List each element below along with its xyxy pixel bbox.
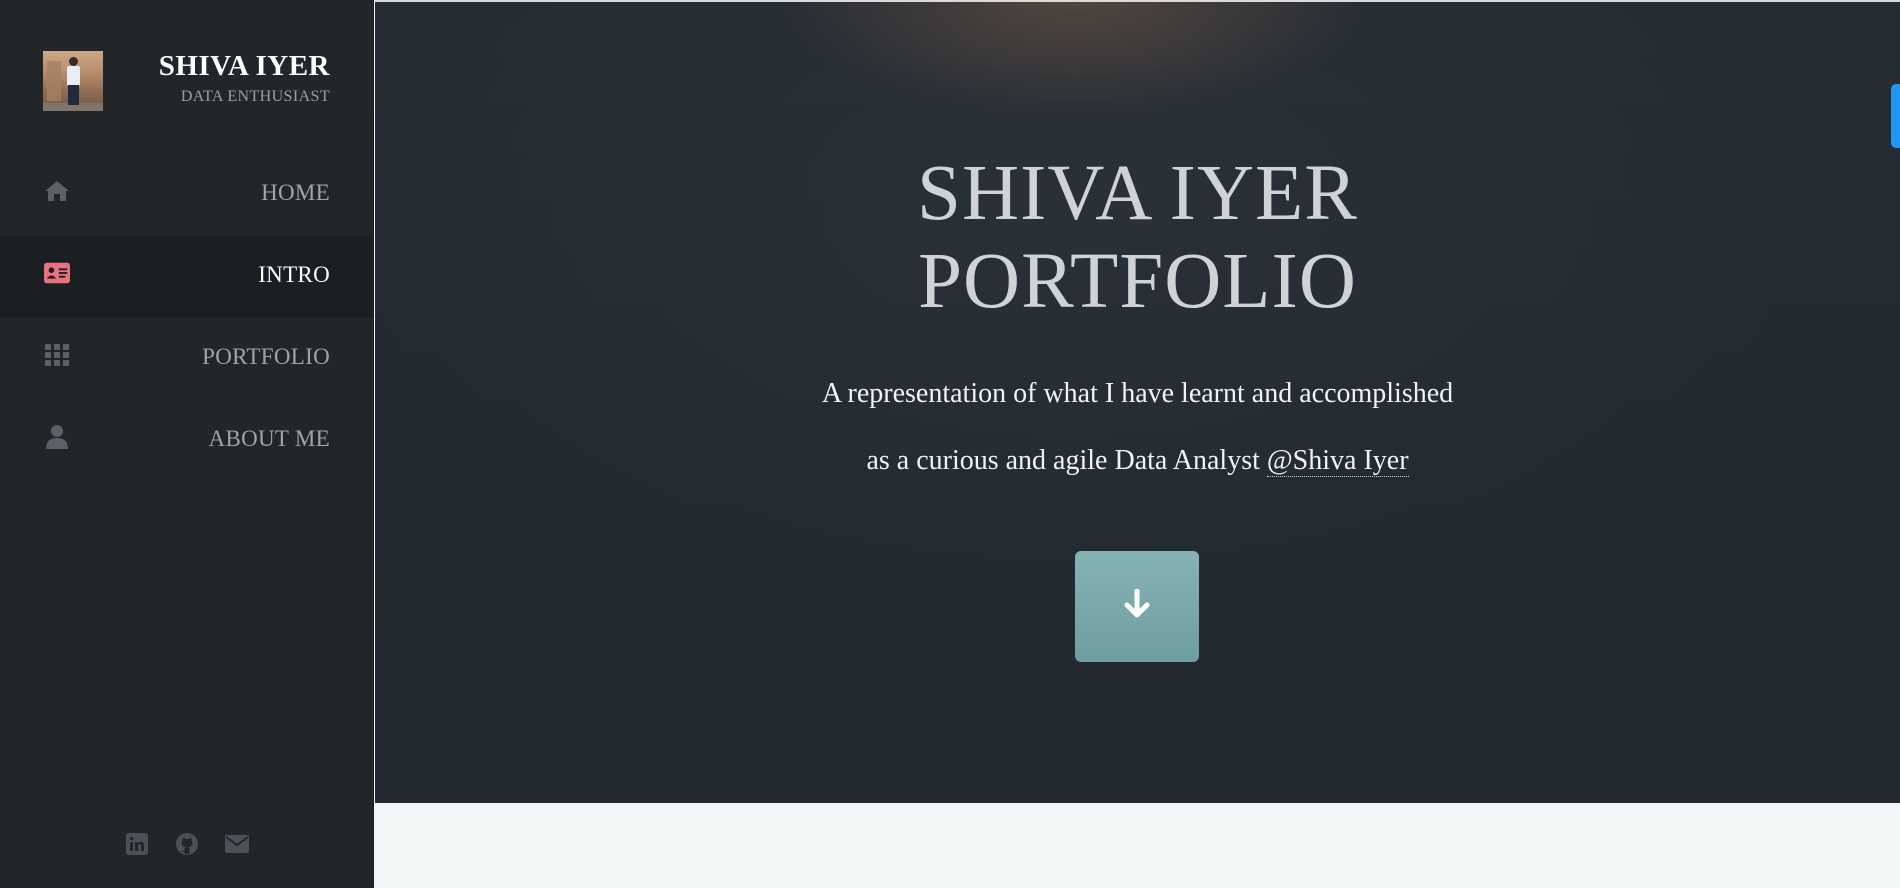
hero-title-line2: PORTFOLIO <box>918 238 1357 325</box>
envelope-icon[interactable] <box>225 832 249 856</box>
nav-item-home[interactable]: HOME <box>0 154 373 236</box>
id-card-icon <box>44 260 70 286</box>
scroll-indicator[interactable] <box>1891 84 1900 148</box>
user-icon <box>44 424 70 450</box>
nav-label-home: HOME <box>261 180 330 205</box>
github-icon[interactable] <box>175 832 199 856</box>
brand-name[interactable]: SHIVA IYER <box>159 50 330 83</box>
scroll-down-button[interactable] <box>1075 551 1199 662</box>
social-links <box>0 832 374 856</box>
hero-section: SHIVA IYER PORTFOLIO A representation of… <box>375 2 1900 803</box>
nav-item-portfolio[interactable]: PORTFOLIO <box>0 318 373 400</box>
sidebar-nav: HOME INTRO PORTFOLIO ABOUT ME <box>0 154 373 482</box>
nav-label-about-me: ABOUT ME <box>208 426 330 451</box>
profile-avatar[interactable] <box>43 51 103 111</box>
hero-subtitle-line1: A representation of what I have learnt a… <box>821 378 1454 409</box>
arrow-down-icon <box>1123 588 1151 624</box>
sidebar: SHIVA IYER DATA ENTHUSIAST HOME INTRO PO… <box>0 0 374 888</box>
next-section <box>375 803 1900 888</box>
brand-tagline: DATA ENTHUSIAST <box>180 88 330 105</box>
nav-label-portfolio: PORTFOLIO <box>202 344 330 369</box>
hero-author-link[interactable]: @Shiva Iyer <box>1266 445 1409 477</box>
nav-label-intro: INTRO <box>258 262 330 287</box>
grid-icon <box>44 342 70 368</box>
hero-subtitle-text: as a curious and agile Data Analyst <box>866 445 1260 476</box>
home-icon <box>44 178 70 204</box>
nav-item-intro[interactable]: INTRO <box>0 236 373 318</box>
linkedin-icon[interactable] <box>125 832 149 856</box>
hero-subtitle-line2: as a curious and agile Data Analyst @Shi… <box>375 445 1900 477</box>
hero-title: SHIVA IYER PORTFOLIO <box>375 150 1900 326</box>
nav-item-about-me[interactable]: ABOUT ME <box>0 400 373 482</box>
hero-title-line1: SHIVA IYER <box>917 150 1358 237</box>
